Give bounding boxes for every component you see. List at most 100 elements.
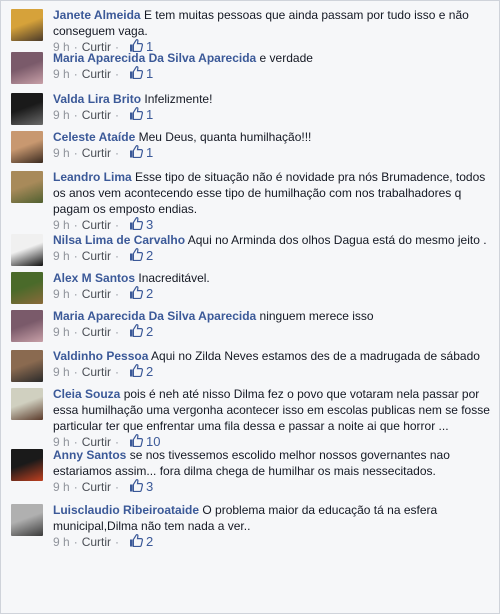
comment-author-link[interactable]: Janete Almeida <box>53 8 141 22</box>
thumbs-up-icon[interactable] <box>129 216 144 234</box>
comment-body: Valdinho Pessoa Aqui no Zilda Neves esta… <box>53 348 495 386</box>
separator-dot: · <box>115 287 120 301</box>
like-button[interactable]: Curtir <box>82 107 111 123</box>
like-count[interactable]: 2 <box>146 286 153 302</box>
like-button[interactable]: Curtir <box>82 217 111 233</box>
comment: Leandro Lima Esse tipo de situação não é… <box>1 169 499 232</box>
thumbs-up-icon[interactable] <box>129 478 144 496</box>
comment-meta: 9 h · Curtir · 3 <box>53 478 495 496</box>
comment-author-link[interactable]: Valda Lira Brito <box>53 92 141 106</box>
comment-author-link[interactable]: Leandro Lima <box>53 170 132 184</box>
comment-timestamp[interactable]: 9 h <box>53 479 70 495</box>
comment-timestamp[interactable]: 9 h <box>53 145 70 161</box>
comment-text: Aqui no Arminda dos olhos Dagua está do … <box>187 233 487 247</box>
comment-text: Meu Deus, quanta humilhação!!! <box>138 130 312 144</box>
thumbs-up-icon[interactable] <box>129 247 144 265</box>
like-button[interactable]: Curtir <box>82 66 111 82</box>
thumbs-up-icon[interactable] <box>129 106 144 124</box>
comment-author-link[interactable]: Valdinho Pessoa <box>53 349 148 363</box>
comment-timestamp[interactable]: 9 h <box>53 107 70 123</box>
avatar[interactable] <box>11 504 43 536</box>
avatar[interactable] <box>11 350 43 382</box>
thumbs-up-icon[interactable] <box>129 65 144 83</box>
comment-meta: 9 h · Curtir · 2 <box>53 533 495 551</box>
comment-author-link[interactable]: Maria Aparecida Da Silva Aparecida <box>53 309 256 323</box>
like-count[interactable]: 2 <box>146 534 153 550</box>
comment-body: Leandro Lima Esse tipo de situação não é… <box>53 169 495 232</box>
like-count[interactable]: 3 <box>146 479 153 495</box>
comment-body: Valda Lira Brito Infelizmente! 9 h · Cur… <box>53 91 495 129</box>
like-count[interactable]: 1 <box>146 107 153 123</box>
comment-timestamp[interactable]: 9 h <box>53 286 70 302</box>
avatar[interactable] <box>11 310 43 342</box>
comment-author-link[interactable]: Cleia Souza <box>53 387 120 401</box>
comment-author-link[interactable]: Anny Santos <box>53 448 126 462</box>
comment-list: Janete Almeida E tem muitas pessoas que … <box>1 1 499 550</box>
thumbs-up-icon[interactable] <box>129 533 144 551</box>
avatar[interactable] <box>11 272 43 304</box>
avatar[interactable] <box>11 449 43 481</box>
avatar[interactable] <box>11 93 43 125</box>
separator-dot: · <box>73 365 78 379</box>
comment-timestamp[interactable]: 9 h <box>53 217 70 233</box>
separator-dot: · <box>73 249 78 263</box>
like-count[interactable]: 1 <box>146 66 153 82</box>
comment-author-link[interactable]: Celeste Ataíde <box>53 130 135 144</box>
comment-author-link[interactable]: Alex M Santos <box>53 271 135 285</box>
separator-dot: · <box>115 146 120 160</box>
comment-timestamp[interactable]: 9 h <box>53 324 70 340</box>
comment-meta: 9 h · Curtir · 2 <box>53 285 495 303</box>
comment-timestamp[interactable]: 9 h <box>53 66 70 82</box>
thumbs-up-icon[interactable] <box>129 433 144 451</box>
comment: Maria Aparecida Da Silva Aparecida e ver… <box>1 50 499 91</box>
thumbs-up-icon[interactable] <box>129 144 144 162</box>
like-button[interactable]: Curtir <box>82 286 111 302</box>
like-count[interactable]: 2 <box>146 364 153 380</box>
comment-body: Nilsa Lima de Carvalho Aqui no Arminda d… <box>53 232 495 270</box>
comment-body: Janete Almeida E tem muitas pessoas que … <box>53 7 495 54</box>
comment-meta: 9 h · Curtir · 2 <box>53 247 495 265</box>
comment-meta: 9 h · Curtir · 1 <box>53 144 495 162</box>
like-button[interactable]: Curtir <box>82 534 111 550</box>
like-count[interactable]: 1 <box>146 145 153 161</box>
comment-meta: 9 h · Curtir · 3 <box>53 216 495 234</box>
comment-meta: 9 h · Curtir · 2 <box>53 323 495 341</box>
thumbs-up-icon[interactable] <box>129 38 144 56</box>
separator-dot: · <box>115 249 120 263</box>
avatar[interactable] <box>11 234 43 266</box>
avatar[interactable] <box>11 9 43 41</box>
like-button[interactable]: Curtir <box>82 248 111 264</box>
like-count[interactable]: 3 <box>146 217 153 233</box>
separator-dot: · <box>73 146 78 160</box>
avatar[interactable] <box>11 52 43 84</box>
like-count[interactable]: 2 <box>146 324 153 340</box>
thumbs-up-icon[interactable] <box>129 363 144 381</box>
like-button[interactable]: Curtir <box>82 324 111 340</box>
separator-dot: · <box>73 480 78 494</box>
like-button[interactable]: Curtir <box>82 479 111 495</box>
comment-author-link[interactable]: Maria Aparecida Da Silva Aparecida <box>53 51 256 65</box>
like-button[interactable]: Curtir <box>82 364 111 380</box>
thumbs-up-icon[interactable] <box>129 323 144 341</box>
comment-body: Cleia Souza pois é neh até nisso Dilma f… <box>53 386 495 449</box>
like-count[interactable]: 2 <box>146 248 153 264</box>
comment-timestamp[interactable]: 9 h <box>53 248 70 264</box>
comments-panel: Janete Almeida E tem muitas pessoas que … <box>0 0 500 614</box>
separator-dot: · <box>73 218 78 232</box>
avatar[interactable] <box>11 388 43 420</box>
comment: Cleia Souza pois é neh até nisso Dilma f… <box>1 386 499 449</box>
avatar[interactable] <box>11 131 43 163</box>
comment-author-link[interactable]: Luisclaudio Ribeiroataide <box>53 503 199 517</box>
comment-author-link[interactable]: Nilsa Lima de Carvalho <box>53 233 185 247</box>
separator-dot: · <box>115 535 120 549</box>
comment-text: e verdade <box>259 51 313 65</box>
separator-dot: · <box>73 325 78 339</box>
like-button[interactable]: Curtir <box>82 145 111 161</box>
comment-timestamp[interactable]: 9 h <box>53 534 70 550</box>
comment: Celeste Ataíde Meu Deus, quanta humilhaç… <box>1 129 499 169</box>
separator-dot: · <box>73 67 78 81</box>
comment-timestamp[interactable]: 9 h <box>53 364 70 380</box>
thumbs-up-icon[interactable] <box>129 285 144 303</box>
avatar[interactable] <box>11 171 43 203</box>
separator-dot: · <box>115 218 120 232</box>
